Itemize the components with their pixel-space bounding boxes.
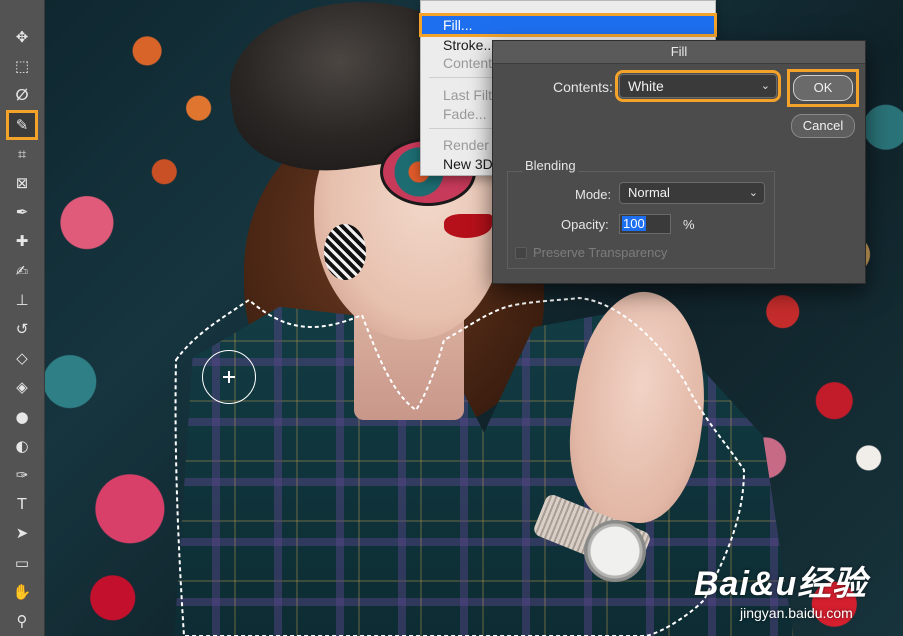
clone-stamp-icon: ⊥ xyxy=(15,290,29,309)
marquee-tool[interactable]: ⬚ xyxy=(6,51,38,81)
crop-icon: ⌗ xyxy=(17,144,27,163)
lasso-icon: ⵁ xyxy=(15,86,29,105)
zoom-icon: ⚲ xyxy=(16,612,28,630)
eraser-tool[interactable]: ◇ xyxy=(6,343,38,373)
dialog-title: Fill xyxy=(493,41,865,64)
chevron-down-icon: ⌄ xyxy=(748,187,758,199)
opacity-value: 100 xyxy=(622,216,646,231)
hand-tool[interactable]: ✋ xyxy=(6,577,38,607)
ok-button[interactable]: OK xyxy=(793,75,853,101)
cancel-button[interactable]: Cancel xyxy=(791,114,855,138)
pen-tool[interactable]: ✑ xyxy=(6,460,38,490)
menu-item-fill[interactable]: Fill... xyxy=(419,13,717,37)
rectangle-icon: ▭ xyxy=(14,553,30,572)
rectangle-tool[interactable]: ▭ xyxy=(6,548,38,578)
eraser-icon: ◇ xyxy=(16,349,28,368)
brush-tool[interactable]: ✍ xyxy=(6,256,38,286)
pen-icon: ✑ xyxy=(15,466,29,484)
mode-select[interactable]: Normal ⌄ xyxy=(619,182,765,204)
eyedropper-tool[interactable]: ✒ xyxy=(6,197,38,227)
frame-tool[interactable]: ⊠ xyxy=(6,168,38,198)
path-selection-tool[interactable]: ➤ xyxy=(6,518,38,548)
dodge-tool[interactable]: ◐ xyxy=(6,431,38,461)
quick-selection-tool[interactable]: ✎ xyxy=(6,109,38,140)
opacity-label: Opacity: xyxy=(561,217,609,232)
paint-bucket-tool[interactable]: ◈ xyxy=(6,372,38,402)
frame-icon: ⊠ xyxy=(15,174,29,192)
opacity-input[interactable]: 100 xyxy=(619,214,671,234)
blur-tool[interactable]: ● xyxy=(6,402,38,432)
dodge-icon: ◐ xyxy=(15,436,29,455)
watermark-logo: Bai&u经验 xyxy=(694,565,868,603)
hand-icon: ✋ xyxy=(12,582,32,601)
ok-button-highlight: OK xyxy=(787,69,859,107)
preserve-transparency-label: Preserve Transparency xyxy=(533,245,668,260)
blur-icon: ● xyxy=(15,407,29,426)
chevron-down-icon: ⌄ xyxy=(760,80,770,92)
move-icon: ✥ xyxy=(15,28,29,46)
opacity-unit: % xyxy=(683,217,695,232)
eyedropper-icon: ✒ xyxy=(15,203,29,222)
fill-dialog: Fill Contents: White ⌄ OK Cancel Blendin… xyxy=(492,40,866,284)
tools-panel: ✥ ⬚ ⵁ ✎ ⌗ ⊠ ✒ ✚ ✍ ⊥ ↺ ◇ ◈ ● ◐ ✑ T ➤ ▭ ✋ ⚲ xyxy=(0,0,45,636)
type-tool[interactable]: T xyxy=(6,489,38,519)
contents-label: Contents: xyxy=(553,79,613,95)
mode-label: Mode: xyxy=(575,187,612,202)
history-brush-tool[interactable]: ↺ xyxy=(6,314,38,344)
mode-select-value: Normal xyxy=(628,185,670,200)
preserve-transparency-checkbox xyxy=(515,247,527,259)
healing-brush-icon: ✚ xyxy=(15,232,29,251)
brush-cursor xyxy=(202,350,256,404)
crop-tool[interactable]: ⌗ xyxy=(6,139,38,169)
quick-selection-icon: ✎ xyxy=(15,115,29,134)
marquee-icon: ⬚ xyxy=(14,57,30,76)
type-icon: T xyxy=(17,495,27,514)
watermark: Bai&u经验 jingyan.baidu.com xyxy=(694,556,867,621)
healing-brush-tool[interactable]: ✚ xyxy=(6,226,38,256)
paint-bucket-icon: ◈ xyxy=(16,378,28,397)
lasso-tool[interactable]: ⵁ xyxy=(6,80,38,110)
contents-select-value: White xyxy=(628,78,664,94)
brush-icon: ✍ xyxy=(15,261,29,280)
watermark-url: jingyan.baidu.com xyxy=(740,605,853,621)
clone-stamp-tool[interactable]: ⊥ xyxy=(6,285,38,315)
zoom-tool[interactable]: ⚲ xyxy=(6,606,38,636)
path-selection-icon: ➤ xyxy=(15,524,29,543)
move-tool[interactable]: ✥ xyxy=(6,22,38,52)
history-brush-icon: ↺ xyxy=(15,320,29,338)
contents-select[interactable]: White ⌄ xyxy=(615,70,781,102)
blending-label: Blending xyxy=(523,158,578,173)
